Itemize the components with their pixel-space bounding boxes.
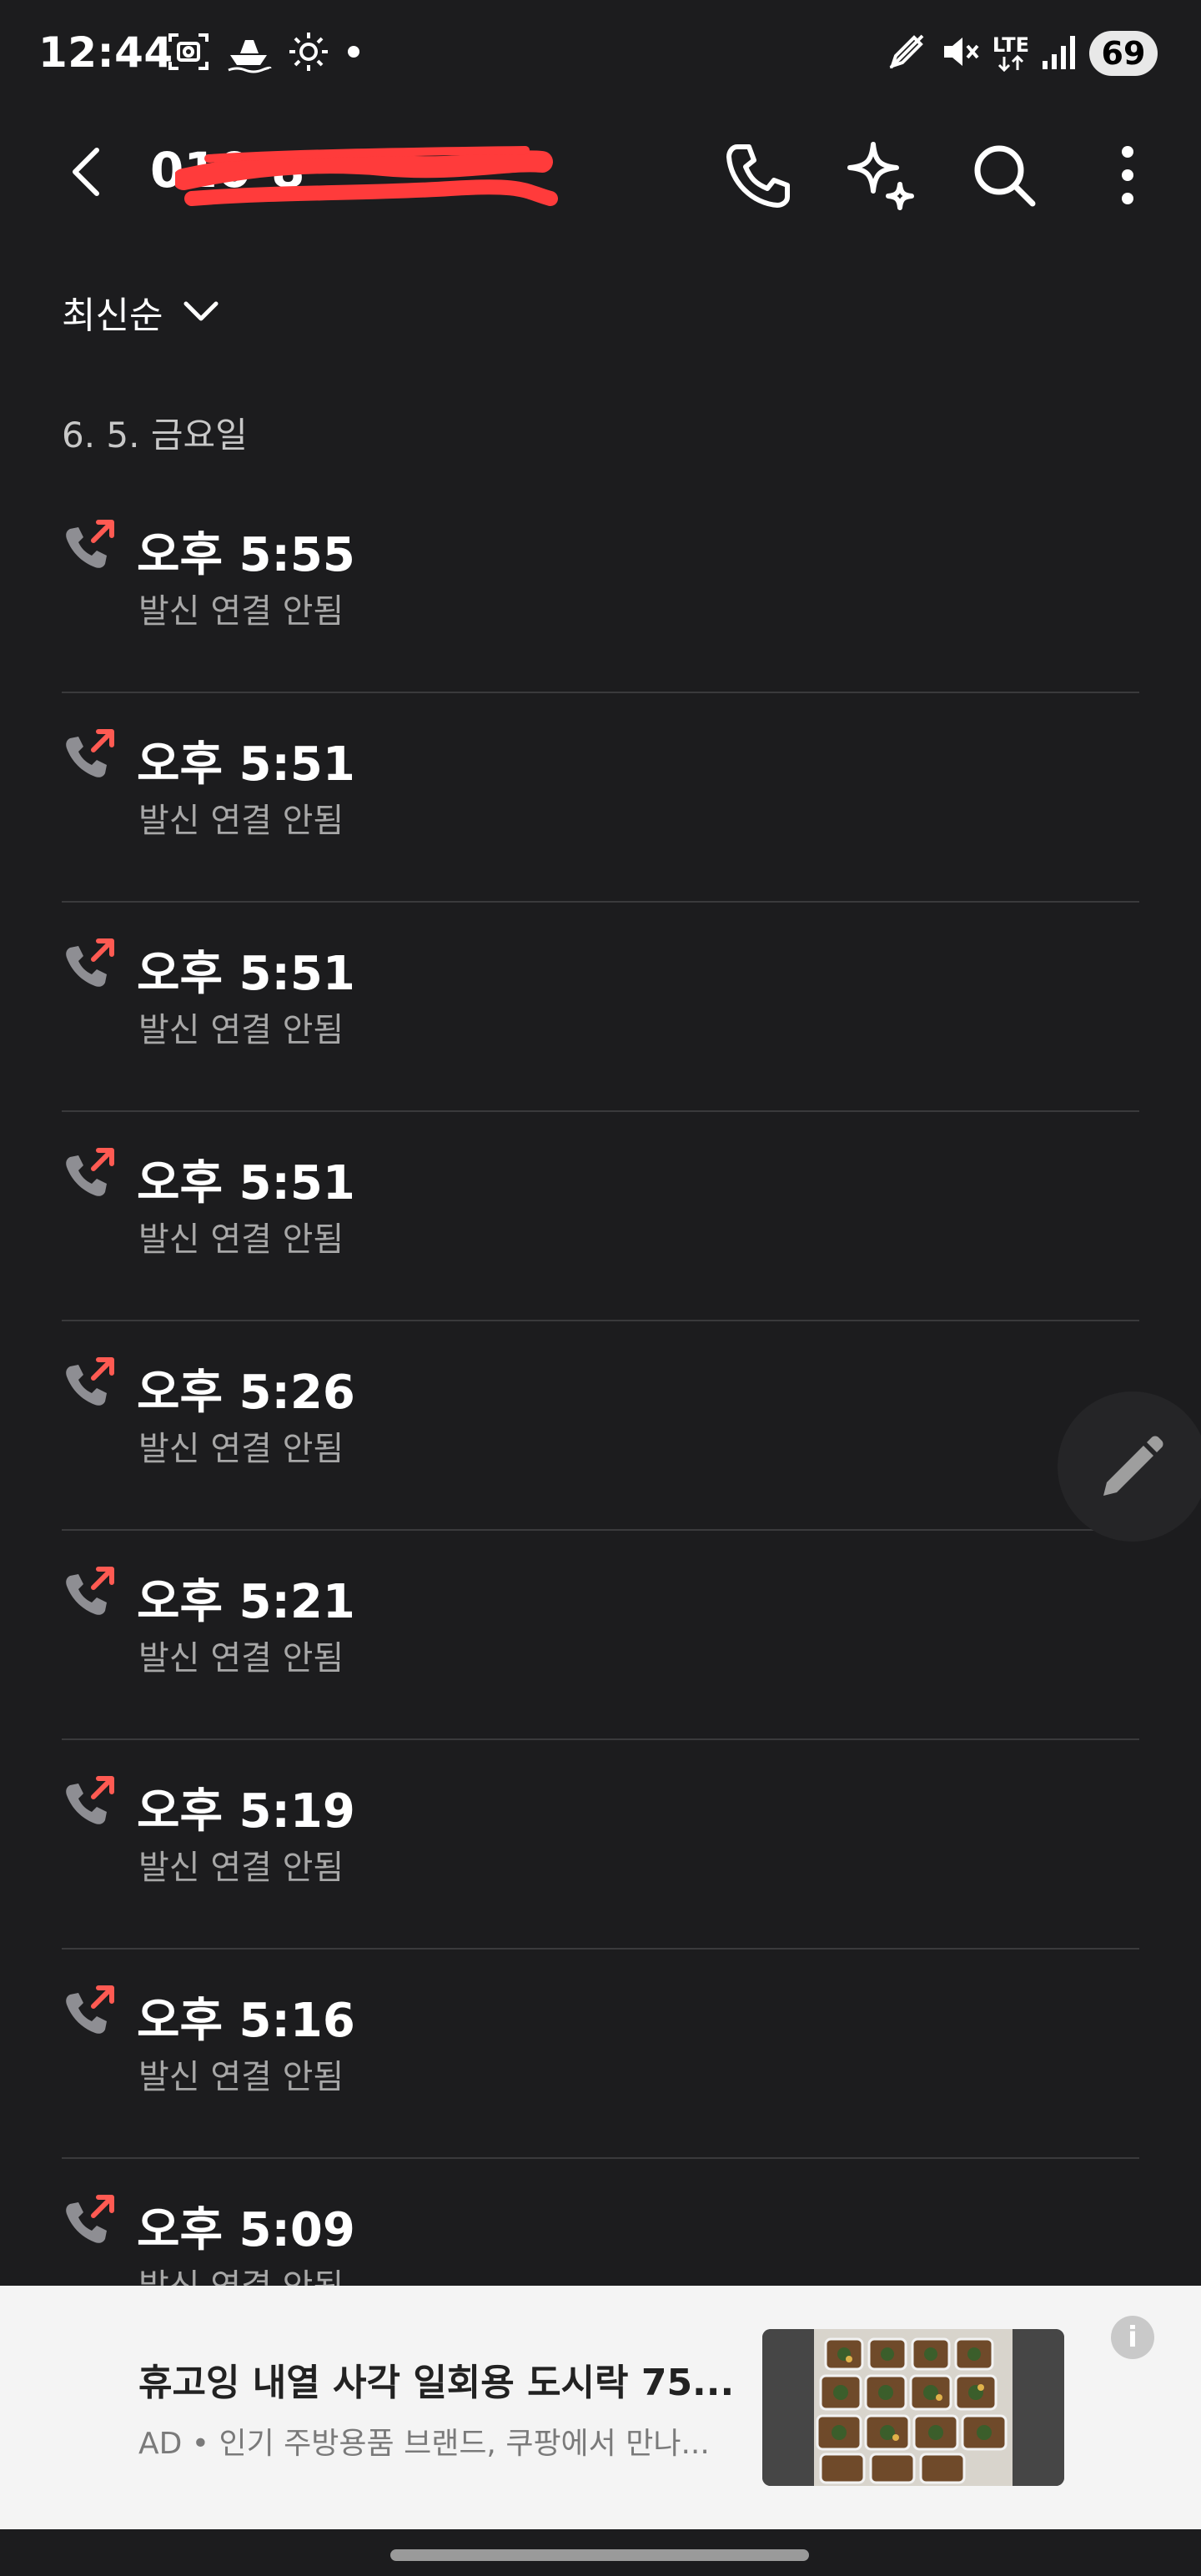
- ad-description: AD • 인기 주방용품 브랜드, 쿠팡에서 만나...: [138, 2427, 710, 2461]
- search-icon: [974, 145, 1036, 207]
- status-time: 12:44: [38, 28, 173, 77]
- navigation-bar: [0, 2529, 1201, 2576]
- call-status: 발신 연결 안됨: [138, 592, 344, 631]
- call-log-item[interactable]: 오후 5:26 발신 연결 안됨: [0, 1321, 1201, 1531]
- lte-label: LTE: [992, 33, 1029, 57]
- call-time: 오후 5:51: [137, 1156, 355, 1210]
- status-left-icons: [167, 30, 362, 77]
- call-time: 오후 5:26: [137, 1366, 355, 1420]
- call-time: 오후 5:51: [137, 947, 355, 1001]
- ad-title: 휴고잉 내열 사각 일회용 도시락 75...: [138, 2362, 735, 2404]
- outgoing-call-icon: [66, 2195, 114, 2243]
- lte-icon: LTE: [992, 35, 1029, 72]
- sun-icon: [287, 30, 330, 77]
- call-log-item[interactable]: 오후 5:55 발신 연결 안됨: [0, 484, 1201, 693]
- edit-floating-button[interactable]: [1058, 1391, 1201, 1542]
- back-button[interactable]: [55, 140, 118, 204]
- call-log-item[interactable]: 오후 5:21 발신 연결 안됨: [0, 1531, 1201, 1740]
- mute-icon: [939, 31, 981, 76]
- call-log-item[interactable]: 오후 5:19 발신 연결 안됨: [0, 1740, 1201, 1950]
- outgoing-call-icon: [66, 1357, 114, 1406]
- call-log-item[interactable]: 오후 5:51 발신 연결 안됨: [0, 693, 1201, 903]
- call-status: 발신 연결 안됨: [138, 1849, 344, 1887]
- search-button[interactable]: [961, 132, 1048, 219]
- call-status: 발신 연결 안됨: [138, 1639, 344, 1678]
- call-time: 오후 5:51: [137, 737, 355, 792]
- ad-info-icon[interactable]: i: [1111, 2316, 1154, 2359]
- outgoing-call-icon: [66, 729, 114, 777]
- call-time: 오후 5:19: [137, 1784, 355, 1839]
- call-time: 오후 5:16: [137, 1994, 355, 2048]
- ai-assist-button[interactable]: [837, 132, 924, 219]
- call-button[interactable]: [714, 132, 801, 219]
- call-log-item[interactable]: 오후 5:51 발신 연결 안됨: [0, 903, 1201, 1112]
- outgoing-call-icon: [66, 1148, 114, 1196]
- dot-icon: [345, 43, 362, 63]
- sort-dropdown[interactable]: 최신순: [62, 285, 219, 339]
- ad-product-image[interactable]: [762, 2329, 1064, 2486]
- app-bar: 010-8: [0, 108, 1201, 234]
- status-right-icons: LTE 69: [886, 30, 1158, 77]
- battery-indicator: 69: [1089, 31, 1158, 76]
- pencil-icon: [1103, 1436, 1163, 1496]
- ad-banner[interactable]: 휴고잉 내열 사각 일회용 도시락 75... AD • 인기 주방용품 브랜드…: [0, 2286, 1201, 2529]
- signal-icon: [1041, 33, 1078, 74]
- outgoing-call-icon: [66, 1776, 114, 1824]
- redaction-scribble: [175, 146, 558, 206]
- outgoing-call-icon: [66, 520, 114, 568]
- phone-icon: [726, 144, 790, 208]
- call-time: 오후 5:09: [137, 2203, 355, 2257]
- home-gesture-handle[interactable]: [390, 2549, 809, 2561]
- call-status: 발신 연결 안됨: [138, 2058, 344, 2096]
- call-log-item[interactable]: 오후 5:51 발신 연결 안됨: [0, 1112, 1201, 1321]
- outgoing-call-icon: [66, 938, 114, 987]
- call-list: 오후 5:55 발신 연결 안됨 오후 5:51 발신 연결 안됨 오후 5:5…: [0, 484, 1201, 2368]
- boat-icon: [225, 30, 272, 77]
- screenshot-icon: [167, 30, 210, 77]
- status-bar: 12:44 LTE 69: [0, 0, 1201, 108]
- call-status: 발신 연결 안됨: [138, 1220, 344, 1259]
- call-time: 오후 5:55: [137, 528, 355, 582]
- sort-label: 최신순: [62, 294, 163, 337]
- app-bar-actions: [714, 132, 1171, 219]
- pen-icon: [886, 31, 927, 76]
- call-status: 발신 연결 안됨: [138, 1430, 344, 1468]
- chevron-left-icon: [73, 148, 99, 196]
- call-status: 발신 연결 안됨: [138, 1011, 344, 1049]
- call-status: 발신 연결 안됨: [138, 802, 344, 840]
- call-history-screen: 12:44 LTE 69 010-8 최신순 6. 5. 금요일 오후 5:55…: [0, 0, 1201, 2576]
- outgoing-call-icon: [66, 1567, 114, 1615]
- more-options-button[interactable]: [1084, 132, 1171, 219]
- call-time: 오후 5:21: [137, 1575, 355, 1629]
- sparkle-icon: [847, 142, 914, 210]
- call-log-item[interactable]: 오후 5:16 발신 연결 안됨: [0, 1950, 1201, 2159]
- date-header: 6. 5. 금요일: [62, 415, 248, 455]
- outgoing-call-icon: [66, 1985, 114, 2034]
- chevron-down-icon: [183, 301, 219, 321]
- more-vert-icon: [1122, 146, 1133, 204]
